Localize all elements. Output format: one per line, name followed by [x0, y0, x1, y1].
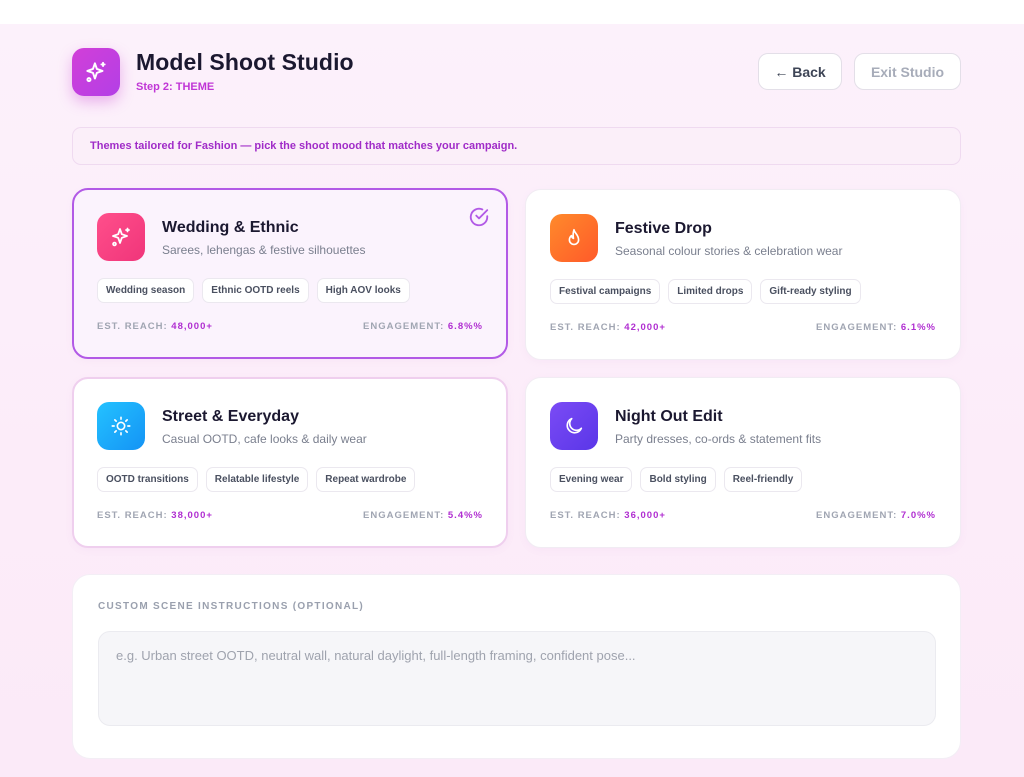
reach-metric: EST. REACH: 36,000+ — [550, 510, 666, 521]
theme-tag: Reel-friendly — [723, 467, 803, 492]
theme-card-festive-drop[interactable]: Festive Drop Seasonal colour stories & c… — [525, 189, 961, 360]
step-indicator: Step 2: THEME — [136, 81, 215, 93]
engagement-value: 5.4%% — [447, 510, 483, 521]
engagement-metric: ENGAGEMENT: 6.1%% — [816, 322, 936, 333]
theme-icon-tile — [97, 402, 145, 450]
theme-icon-tile — [550, 214, 598, 262]
theme-subtitle: Party dresses, co-ords & statement fits — [615, 432, 822, 446]
check-circle-icon — [469, 207, 489, 227]
theme-tag: Gift-ready styling — [760, 279, 861, 304]
sun-icon — [111, 416, 131, 436]
theme-tag: OOTD transitions — [97, 467, 198, 492]
theme-metrics: EST. REACH: 42,000+ ENGAGEMENT: 6.1%% — [550, 322, 936, 333]
engagement-value: 6.8%% — [447, 321, 483, 332]
custom-instructions-label: CUSTOM SCENE INSTRUCTIONS (OPTIONAL) — [98, 601, 365, 612]
reach-value: 42,000+ — [624, 322, 666, 333]
theme-card-night-out[interactable]: Night Out Edit Party dresses, co-ords & … — [525, 377, 961, 548]
theme-tag: Limited drops — [668, 279, 753, 304]
reach-value: 36,000+ — [624, 510, 666, 521]
theme-tag: Festival campaigns — [550, 279, 661, 304]
theme-metrics: EST. REACH: 36,000+ ENGAGEMENT: 7.0%% — [550, 510, 936, 521]
engagement-metric: ENGAGEMENT: 6.8%% — [363, 321, 483, 332]
theme-tag: Wedding season — [97, 278, 195, 303]
theme-title: Wedding & Ethnic — [162, 219, 299, 236]
theme-subtitle: Casual OOTD, cafe looks & daily wear — [162, 432, 367, 446]
theme-title: Night Out Edit — [615, 408, 723, 425]
theme-card-street-everyday[interactable]: Street & Everyday Casual OOTD, cafe look… — [72, 377, 508, 548]
theme-metrics: EST. REACH: 38,000+ ENGAGEMENT: 5.4%% — [97, 510, 483, 521]
reach-value: 38,000+ — [171, 510, 213, 521]
reach-metric: EST. REACH: 38,000+ — [97, 510, 213, 521]
theme-tags: OOTD transitions Relatable lifestyle Rep… — [97, 467, 416, 492]
moon-icon — [566, 417, 583, 434]
banner-text: Themes tailored for Fashion — pick the s… — [90, 140, 518, 152]
reach-value: 48,000+ — [171, 321, 213, 332]
theme-tag: Bold styling — [640, 467, 716, 492]
engagement-value: 7.0%% — [900, 510, 936, 521]
theme-tag: Evening wear — [550, 467, 633, 492]
theme-icon-tile — [550, 402, 598, 450]
sparkles-icon — [112, 227, 130, 247]
sparkles-icon — [86, 61, 106, 83]
page-title: Model Shoot Studio — [136, 49, 354, 75]
info-banner: Themes tailored for Fashion — pick the s… — [72, 127, 961, 165]
app-logo — [72, 48, 120, 96]
engagement-metric: ENGAGEMENT: 5.4%% — [363, 510, 483, 521]
custom-instructions-input[interactable] — [98, 631, 936, 726]
theme-tags: Festival campaigns Limited drops Gift-re… — [550, 279, 861, 304]
reach-metric: EST. REACH: 48,000+ — [97, 321, 213, 332]
theme-subtitle: Sarees, lehengas & festive silhouettes — [162, 243, 366, 257]
flame-icon — [568, 228, 580, 246]
exit-studio-button[interactable]: Exit Studio — [854, 53, 961, 90]
theme-tag: Repeat wardrobe — [316, 467, 416, 492]
theme-tags: Evening wear Bold styling Reel-friendly — [550, 467, 803, 492]
engagement-value: 6.1%% — [900, 322, 936, 333]
reach-metric: EST. REACH: 42,000+ — [550, 322, 666, 333]
custom-instructions-panel: CUSTOM SCENE INSTRUCTIONS (OPTIONAL) — [72, 574, 961, 759]
studio-page: Model Shoot Studio Step 2: THEME ← Back … — [0, 24, 1024, 777]
theme-tag: Ethnic OOTD reels — [202, 278, 309, 303]
theme-card-wedding-ethnic[interactable]: Wedding & Ethnic Sarees, lehengas & fest… — [72, 188, 508, 359]
theme-icon-tile — [97, 213, 145, 261]
theme-tag: Relatable lifestyle — [205, 467, 309, 492]
theme-metrics: EST. REACH: 48,000+ ENGAGEMENT: 6.8%% — [97, 321, 483, 332]
theme-tag: High AOV looks — [316, 278, 410, 303]
theme-tags: Wedding season Ethnic OOTD reels High AO… — [97, 278, 410, 303]
theme-subtitle: Seasonal colour stories & celebration we… — [615, 244, 843, 258]
theme-title: Festive Drop — [615, 220, 712, 237]
back-button[interactable]: ← Back — [758, 53, 842, 90]
theme-title: Street & Everyday — [162, 408, 299, 425]
engagement-metric: ENGAGEMENT: 7.0%% — [816, 510, 936, 521]
